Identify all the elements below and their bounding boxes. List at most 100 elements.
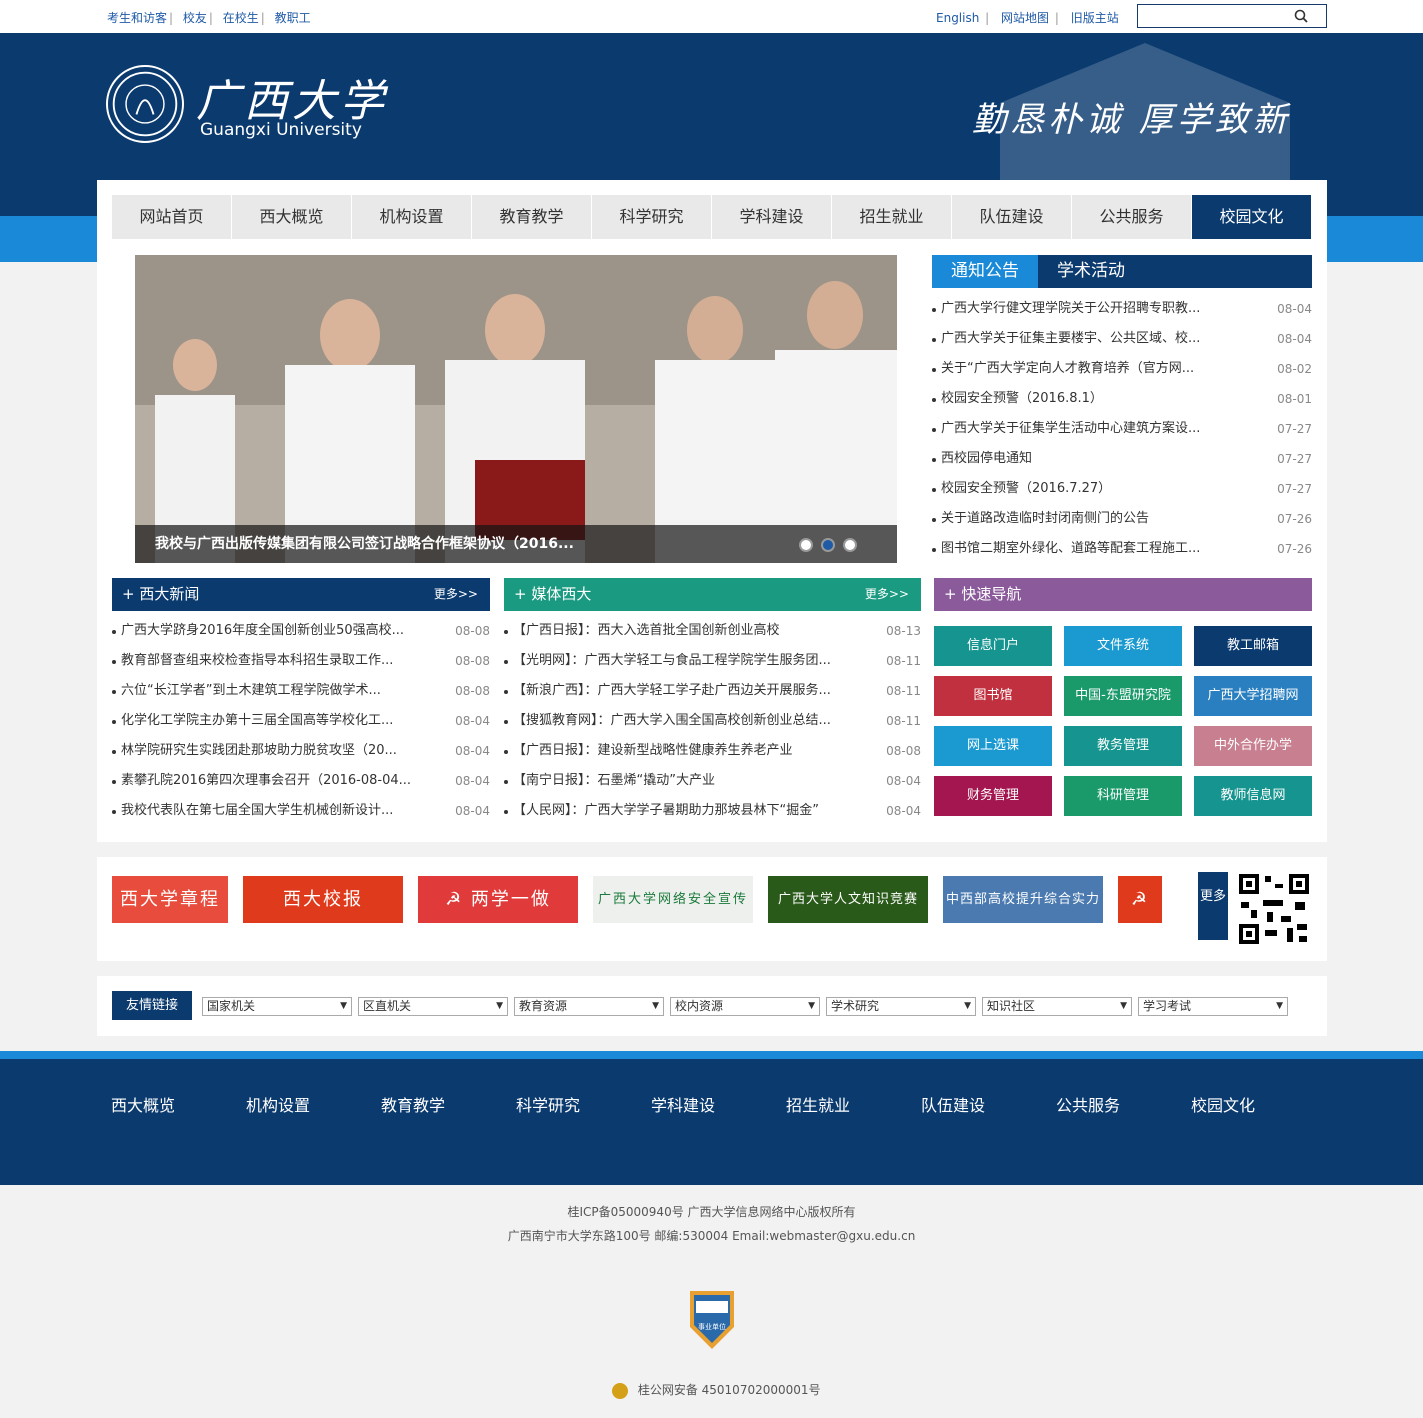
select-state-organs[interactable]: 国家机关: [202, 997, 352, 1016]
news-item[interactable]: 广西大学跻身2016年度全国创新创业50强高校... 08-08: [112, 616, 490, 646]
news-item[interactable]: 素攀孔院2016第四次理事会召开（2016-08-04... 08-04: [112, 766, 490, 796]
quick-link[interactable]: 中外合作办学: [1194, 726, 1312, 766]
news-item-title[interactable]: 我校代表队在第七届全国大学生机械创新设计...: [121, 803, 393, 818]
tab-academic[interactable]: 学术活动: [1038, 255, 1144, 288]
media-item-title[interactable]: 【搜狐教育网】：广西大学入围全国高校创新创业总结...: [513, 713, 831, 728]
media-item[interactable]: 【人民网】：广西大学学子暑期助力那坡县林下“掘金” 08-04: [504, 796, 921, 826]
feature-banner[interactable]: 西大学章程: [112, 876, 228, 923]
slide-dot-2[interactable]: [821, 538, 835, 552]
news-item[interactable]: 化学化工学院主办第十三届全国高等学校化工... 08-04: [112, 706, 490, 736]
notice-item-title[interactable]: 广西大学关于征集主要楼宇、公共区域、校...: [941, 331, 1200, 346]
notice-item-title[interactable]: 广西大学行健文理学院关于公开招聘专职教...: [941, 301, 1200, 316]
news-item-title[interactable]: 化学化工学院主办第十三届全国高等学校化工...: [121, 713, 393, 728]
quick-link[interactable]: 教师信息网: [1194, 776, 1312, 816]
notice-item-title[interactable]: 校园安全预警（2016.8.1）: [941, 391, 1103, 406]
quick-link[interactable]: 教工邮箱: [1194, 626, 1312, 666]
media-more-link[interactable]: 更多>>: [865, 578, 909, 611]
notice-item-title[interactable]: 关于道路改造临时封闭南侧门的公告: [941, 511, 1149, 526]
link-staff[interactable]: 教职工: [275, 11, 311, 25]
link-sitemap[interactable]: 网站地图: [1001, 11, 1049, 25]
news-item[interactable]: 六位“长江学者”到土木建筑工程学院做学术... 08-08: [112, 676, 490, 706]
link-old-site[interactable]: 旧版主站: [1071, 11, 1119, 25]
slide-dot-3[interactable]: [843, 538, 857, 552]
feature-banner[interactable]: 中西部高校提升综合实力计划: [943, 876, 1103, 923]
news-slideshow[interactable]: 我校与广西出版传媒集团有限公司签订战略合作框架协议（2016...: [135, 255, 897, 563]
notice-item[interactable]: 关于道路改造临时封闭南侧门的公告 07-26: [932, 504, 1312, 534]
notice-item[interactable]: 广西大学关于征集主要楼宇、公共区域、校... 08-04: [932, 324, 1312, 354]
search-input[interactable]: [1137, 4, 1327, 28]
nav-organization[interactable]: 机构设置: [352, 195, 472, 239]
feature-banner[interactable]: 西大校报: [243, 876, 403, 923]
media-item-title[interactable]: 【广西日报】：建设新型战略性健康养生养老产业: [513, 743, 793, 758]
news-item-title[interactable]: 素攀孔院2016第四次理事会召开（2016-08-04...: [121, 773, 411, 788]
notice-item[interactable]: 西校园停电通知 07-27: [932, 444, 1312, 474]
media-item[interactable]: 【广西日报】：西大入选首批全国创新创业高校 08-13: [504, 616, 921, 646]
police-record[interactable]: 桂公网安备 45010702000001号: [612, 1381, 821, 1399]
media-item[interactable]: 【广西日报】：建设新型战略性健康养生养老产业 08-08: [504, 736, 921, 766]
media-item[interactable]: 【南宁日报】：石墨烯“撬动”大产业 08-04: [504, 766, 921, 796]
tab-notices[interactable]: 通知公告: [932, 255, 1038, 288]
notice-item-title[interactable]: 图书馆二期室外绿化、道路等配套工程施工...: [941, 541, 1200, 556]
link-english[interactable]: English: [936, 11, 979, 25]
news-more-link[interactable]: 更多>>: [434, 578, 478, 611]
nav-campus-culture[interactable]: 校园文化: [1192, 195, 1312, 239]
media-item-title[interactable]: 【广西日报】：西大入选首批全国创新创业高校: [513, 623, 780, 638]
notice-item-title[interactable]: 西校园停电通知: [941, 451, 1032, 466]
footer-link-admissions[interactable]: 招生就业: [786, 1092, 850, 1116]
public-institution-badge-icon[interactable]: 事业单位: [686, 1287, 738, 1349]
news-item-title[interactable]: 广西大学跻身2016年度全国创新创业50强高校...: [121, 623, 404, 638]
banner-more-button[interactable]: 更多: [1198, 872, 1228, 940]
media-item-title[interactable]: 【光明网】：广西大学轻工与食品工程学院学生服务团...: [513, 653, 831, 668]
quick-link[interactable]: 教务管理: [1064, 726, 1182, 766]
nav-faculty[interactable]: 队伍建设: [952, 195, 1072, 239]
nav-education[interactable]: 教育教学: [472, 195, 592, 239]
media-item-title[interactable]: 【南宁日报】：石墨烯“撬动”大产业: [513, 773, 715, 788]
footer-link-overview[interactable]: 西大概览: [111, 1092, 175, 1116]
footer-link-services[interactable]: 公共服务: [1056, 1092, 1120, 1116]
nav-admissions[interactable]: 招生就业: [832, 195, 952, 239]
notice-item[interactable]: 广西大学关于征集学生活动中心建筑方案设... 07-27: [932, 414, 1312, 444]
select-knowledge-community[interactable]: 知识社区: [982, 997, 1132, 1016]
feature-banner[interactable]: ☭: [1118, 876, 1162, 923]
link-visitors[interactable]: 考生和访客: [107, 11, 167, 25]
media-item[interactable]: 【新浪广西】：广西大学轻工学子赴广西边关开展服务... 08-11: [504, 676, 921, 706]
notice-item[interactable]: 关于“广西大学定向人才教育培养（官方网... 08-02: [932, 354, 1312, 384]
notice-item[interactable]: 校园安全预警（2016.8.1） 08-01: [932, 384, 1312, 414]
media-item[interactable]: 【搜狐教育网】：广西大学入围全国高校创新创业总结... 08-11: [504, 706, 921, 736]
quick-link[interactable]: 广西大学招聘网: [1194, 676, 1312, 716]
footer-link-faculty[interactable]: 队伍建设: [921, 1092, 985, 1116]
news-item[interactable]: 林学院研究生实践团赴那坡助力脱贫攻坚（20... 08-04: [112, 736, 490, 766]
search-icon[interactable]: [1294, 9, 1308, 23]
media-item-title[interactable]: 【新浪广西】：广西大学轻工学子赴广西边关开展服务...: [513, 683, 831, 698]
nav-home[interactable]: 网站首页: [112, 195, 232, 239]
quick-link[interactable]: 科研管理: [1064, 776, 1182, 816]
nav-services[interactable]: 公共服务: [1072, 195, 1192, 239]
feature-banner[interactable]: 广西大学网络安全宣传周: [593, 876, 753, 923]
nav-overview[interactable]: 西大概览: [232, 195, 352, 239]
slide-dot-1[interactable]: [799, 538, 813, 552]
select-campus-resources[interactable]: 校内资源: [670, 997, 820, 1016]
media-item-title[interactable]: 【人民网】：广西大学学子暑期助力那坡县林下“掘金”: [513, 803, 819, 818]
notice-item-title[interactable]: 关于“广西大学定向人才教育培养（官方网...: [941, 361, 1194, 376]
select-study-exams[interactable]: 学习考试: [1138, 997, 1288, 1016]
quick-link[interactable]: 文件系统: [1064, 626, 1182, 666]
link-students[interactable]: 在校生: [223, 11, 259, 25]
news-item-title[interactable]: 六位“长江学者”到土木建筑工程学院做学术...: [121, 683, 381, 698]
quick-link[interactable]: 网上选课: [934, 726, 1052, 766]
notice-item-title[interactable]: 校园安全预警（2016.7.27）: [941, 481, 1111, 496]
news-item-title[interactable]: 教育部督查组来校检查指导本科招生录取工作...: [121, 653, 393, 668]
select-education-resources[interactable]: 教育资源: [514, 997, 664, 1016]
news-item[interactable]: 教育部督查组来校检查指导本科招生录取工作... 08-08: [112, 646, 490, 676]
footer-link-campus-culture[interactable]: 校园文化: [1191, 1092, 1255, 1116]
feature-banner[interactable]: ☭ 两学一做: [418, 876, 578, 923]
footer-link-education[interactable]: 教育教学: [381, 1092, 445, 1116]
footer-link-organization[interactable]: 机构设置: [246, 1092, 310, 1116]
quick-link[interactable]: 图书馆: [934, 676, 1052, 716]
notice-item-title[interactable]: 广西大学关于征集学生活动中心建筑方案设...: [941, 421, 1200, 436]
link-alumni[interactable]: 校友: [183, 11, 207, 25]
slide-caption[interactable]: 我校与广西出版传媒集团有限公司签订战略合作框架协议（2016...: [135, 525, 897, 563]
nav-research[interactable]: 科学研究: [592, 195, 712, 239]
notice-item[interactable]: 广西大学行健文理学院关于公开招聘专职教... 08-04: [932, 294, 1312, 324]
notice-item[interactable]: 校园安全预警（2016.7.27） 07-27: [932, 474, 1312, 504]
footer-link-disciplines[interactable]: 学科建设: [651, 1092, 715, 1116]
